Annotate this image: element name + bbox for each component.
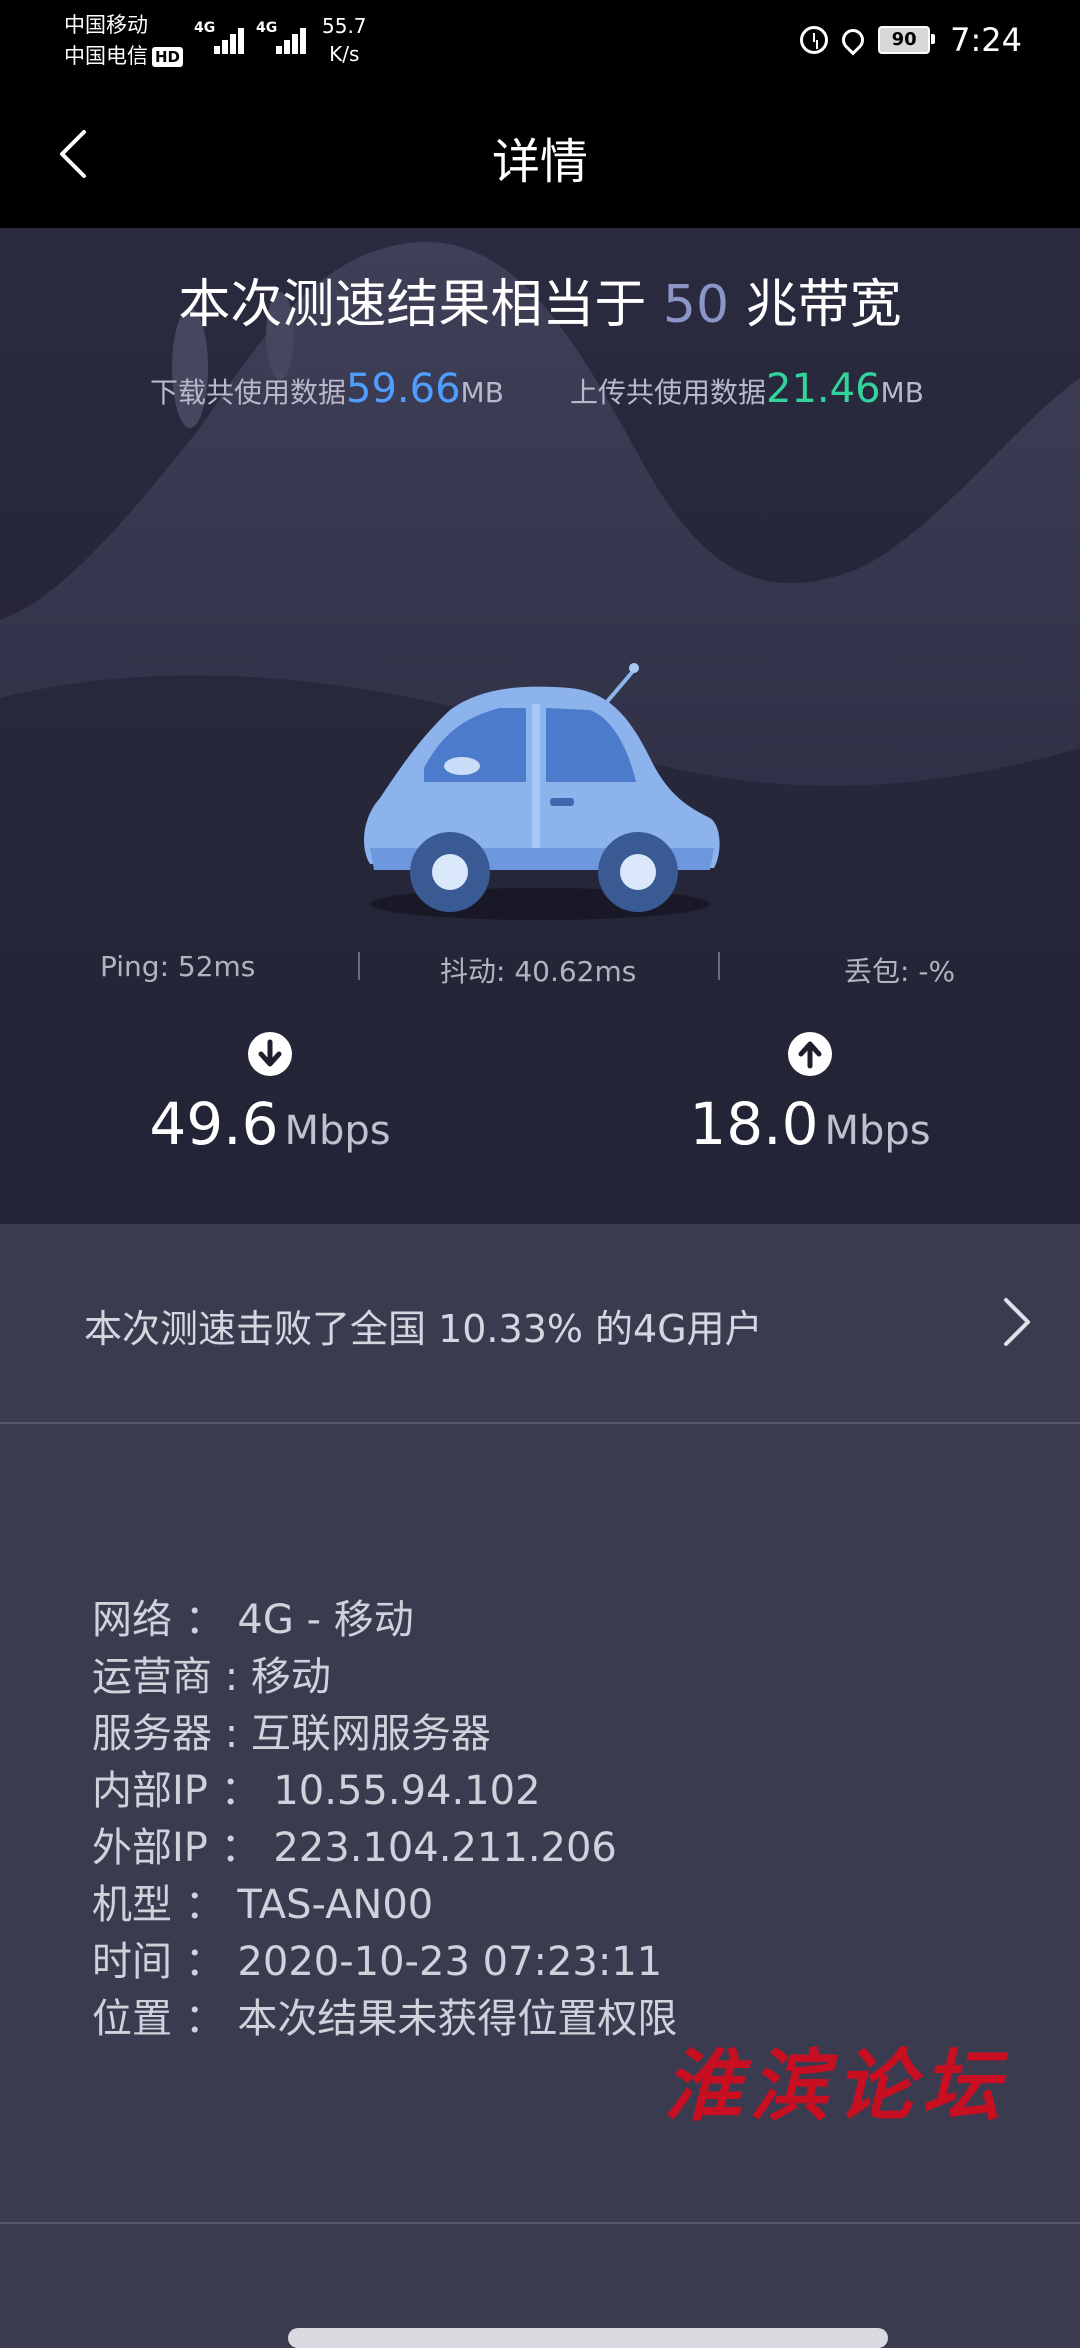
jitter-value: 抖动: 40.62ms [440, 955, 637, 988]
status-bar: 中国移动 中国电信 HD 4G 4G 55.7 K/s 90 7:24 [0, 0, 1080, 84]
detail-model: 机型 ： TAS-AN00 [92, 1882, 434, 1928]
signal-label-1: 4G [194, 20, 216, 36]
carrier-1: 中国移动 [64, 13, 148, 37]
upload-arrow-icon [788, 1032, 832, 1076]
network-speed: 55.7 K/s [322, 14, 367, 66]
detail-operator: 运营商 : 移动 [92, 1654, 331, 1700]
detail-location: 位置 ： 本次结果未获得位置权限 [92, 1996, 678, 2042]
watermark: 淮滨论坛 [664, 2041, 1009, 2132]
bottom-action-bar[interactable] [288, 2328, 888, 2348]
clock-time: 7:24 [950, 21, 1022, 59]
detail-external-ip: 外部IP ： 223.104.211.206 [92, 1825, 617, 1871]
download-speed: 49.6 Mbps [80, 1032, 460, 1158]
upload-usage-value: 21.46 [766, 366, 881, 412]
rank-row[interactable]: 本次测速击败了全国 10.33% 的4G用户 [0, 1224, 1080, 1424]
upload-speed: 18.0 Mbps [620, 1032, 1000, 1158]
download-arrow-icon [248, 1032, 292, 1076]
headline: 本次测速结果相当于 50 兆带宽 [178, 275, 902, 335]
detail-time: 时间 ： 2020-10-23 07:23:11 [92, 1939, 663, 1985]
detail-list: 网络 ： 4G - 移动 运营商 : 移动 服务器 : 互联网服务器 内部IP … [92, 1592, 677, 2048]
bandwidth-value: 50 [662, 275, 730, 335]
detail-internal-ip: 内部IP ： 10.55.94.102 [92, 1768, 541, 1814]
status-right: 90 7:24 [800, 20, 1022, 60]
metric-divider [718, 952, 720, 980]
upload-speed-unit: Mbps [824, 1108, 931, 1154]
chevron-right-icon [1004, 1298, 1030, 1346]
result-hero: 本次测速结果相当于 50 兆带宽 下载共使用数据59.66MB 上传共使用数据2… [0, 228, 1080, 1224]
detail-network: 网络 ： 4G - 移动 [92, 1597, 414, 1643]
car-icon [364, 663, 720, 920]
carrier-2: 中国电信 [64, 44, 148, 68]
metric-divider [358, 952, 360, 980]
hd-badge: HD [152, 47, 184, 67]
page-title: 详情 [491, 134, 588, 190]
rank-text: 本次测速击败了全国 10.33% 的4G用户 [84, 1307, 763, 1351]
location-icon [837, 24, 869, 56]
download-speed-unit: Mbps [284, 1108, 391, 1154]
battery-icon: 90 [878, 26, 936, 54]
download-speed-value: 49.6 [149, 1090, 279, 1158]
alarm-icon [800, 26, 829, 54]
signal-label-2: 4G [256, 20, 278, 36]
detail-server: 服务器 : 互联网服务器 [92, 1711, 491, 1757]
packet-loss-value: 丢包: -% [844, 955, 956, 988]
nav-bar: 详情 [0, 84, 1080, 228]
download-usage: 下载共使用数据59.66MB [150, 366, 504, 412]
ping-value: Ping: 52ms [100, 950, 256, 983]
download-usage-value: 59.66 [346, 366, 461, 412]
carrier-names: 中国移动 中国电信 HD [64, 10, 184, 72]
upload-speed-value: 18.0 [689, 1090, 819, 1158]
divider [0, 2222, 1080, 2224]
metrics-row: Ping: 52ms 抖动: 40.62ms 丢包: -% [0, 950, 1080, 990]
upload-usage: 上传共使用数据21.46MB [570, 366, 924, 412]
